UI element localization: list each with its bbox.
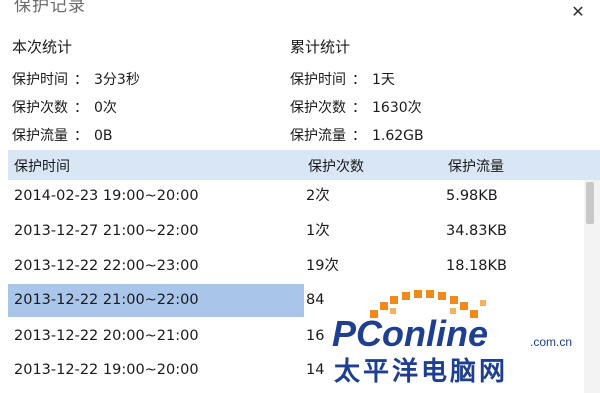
total-stat-flow: 保护流量 ： 1.62GB [290,125,424,145]
cell-time: 2014-02-23 19:00~20:00 [14,188,199,204]
brand-wordmark: PConline [332,313,488,354]
session-stat-flow: 保护流量 ： 0B [12,125,113,145]
cell-time: 2013-12-22 19:00~20:00 [14,362,199,378]
cell-time: 2013-12-22 22:00~23:00 [14,258,199,274]
cell-time: 2013-12-22 20:00~21:00 [14,328,199,344]
stat-label: 保护次数 [12,100,68,116]
close-icon[interactable]: ✕ [570,4,586,20]
column-header-time[interactable]: 保护时间 [14,156,70,176]
window-title: 保护记录 [14,0,86,16]
scroll-thumb[interactable] [586,182,594,224]
pconline-watermark-logo: PConline .com.cn 太平洋电脑网 [332,290,572,387]
column-header-flow[interactable]: 保护流量 [448,156,504,176]
cell-time: 2013-12-27 21:00~22:00 [14,223,199,239]
stat-sep: ： [352,128,366,144]
cell-time: 2013-12-22 21:00~22:00 [8,284,304,317]
total-stats-heading: 累计统计 [290,38,351,56]
brand-chinese-name: 太平洋电脑网 [334,356,508,387]
stat-value: 1天 [372,72,395,88]
stat-label: 保护流量 [12,128,68,144]
cell-flow: 34.83KB [446,223,507,239]
session-stat-time: 保护时间 ： 3分3秒 [12,69,140,89]
cell-count: 1次 [306,223,330,239]
stat-sep: ： [74,100,88,116]
total-stat-count: 保护次数 ： 1630次 [290,97,422,117]
stat-value: 1.62GB [372,128,424,144]
session-stat-count: 保护次数 ： 0次 [12,97,117,117]
stat-sep: ： [352,72,366,88]
session-stats-heading: 本次统计 [12,38,73,56]
stat-value: 1630次 [372,100,422,116]
stat-value: 0B [94,128,113,144]
stat-sep: ： [74,128,88,144]
stat-label: 保护时间 [290,72,346,88]
total-stat-time: 保护时间 ： 1天 [290,69,395,89]
stat-sep: ： [74,72,88,88]
cell-count: 84 [306,292,325,308]
stat-sep: ： [352,100,366,116]
cell-flow: 5.98KB [446,188,498,204]
cell-count: 2次 [306,188,330,204]
cell-count: 16 [306,328,325,344]
table-row[interactable]: 2013-12-27 21:00~22:00 1次 34.83KB [8,215,584,248]
table-row[interactable]: 2014-02-23 19:00~20:00 2次 5.98KB [8,180,584,213]
stat-value: 3分3秒 [94,72,140,88]
stat-label: 保护次数 [290,100,346,116]
brand-domain: .com.cn [530,335,572,349]
stat-label: 保护时间 [12,72,68,88]
title-bar: 保护记录 ✕ [0,0,600,30]
stat-value: 0次 [94,100,117,116]
table-header: 保护时间 保护次数 保护流量 [8,150,600,180]
column-header-count[interactable]: 保护次数 [308,156,364,176]
stat-label: 保护流量 [290,128,346,144]
cell-count: 14 [306,362,325,378]
